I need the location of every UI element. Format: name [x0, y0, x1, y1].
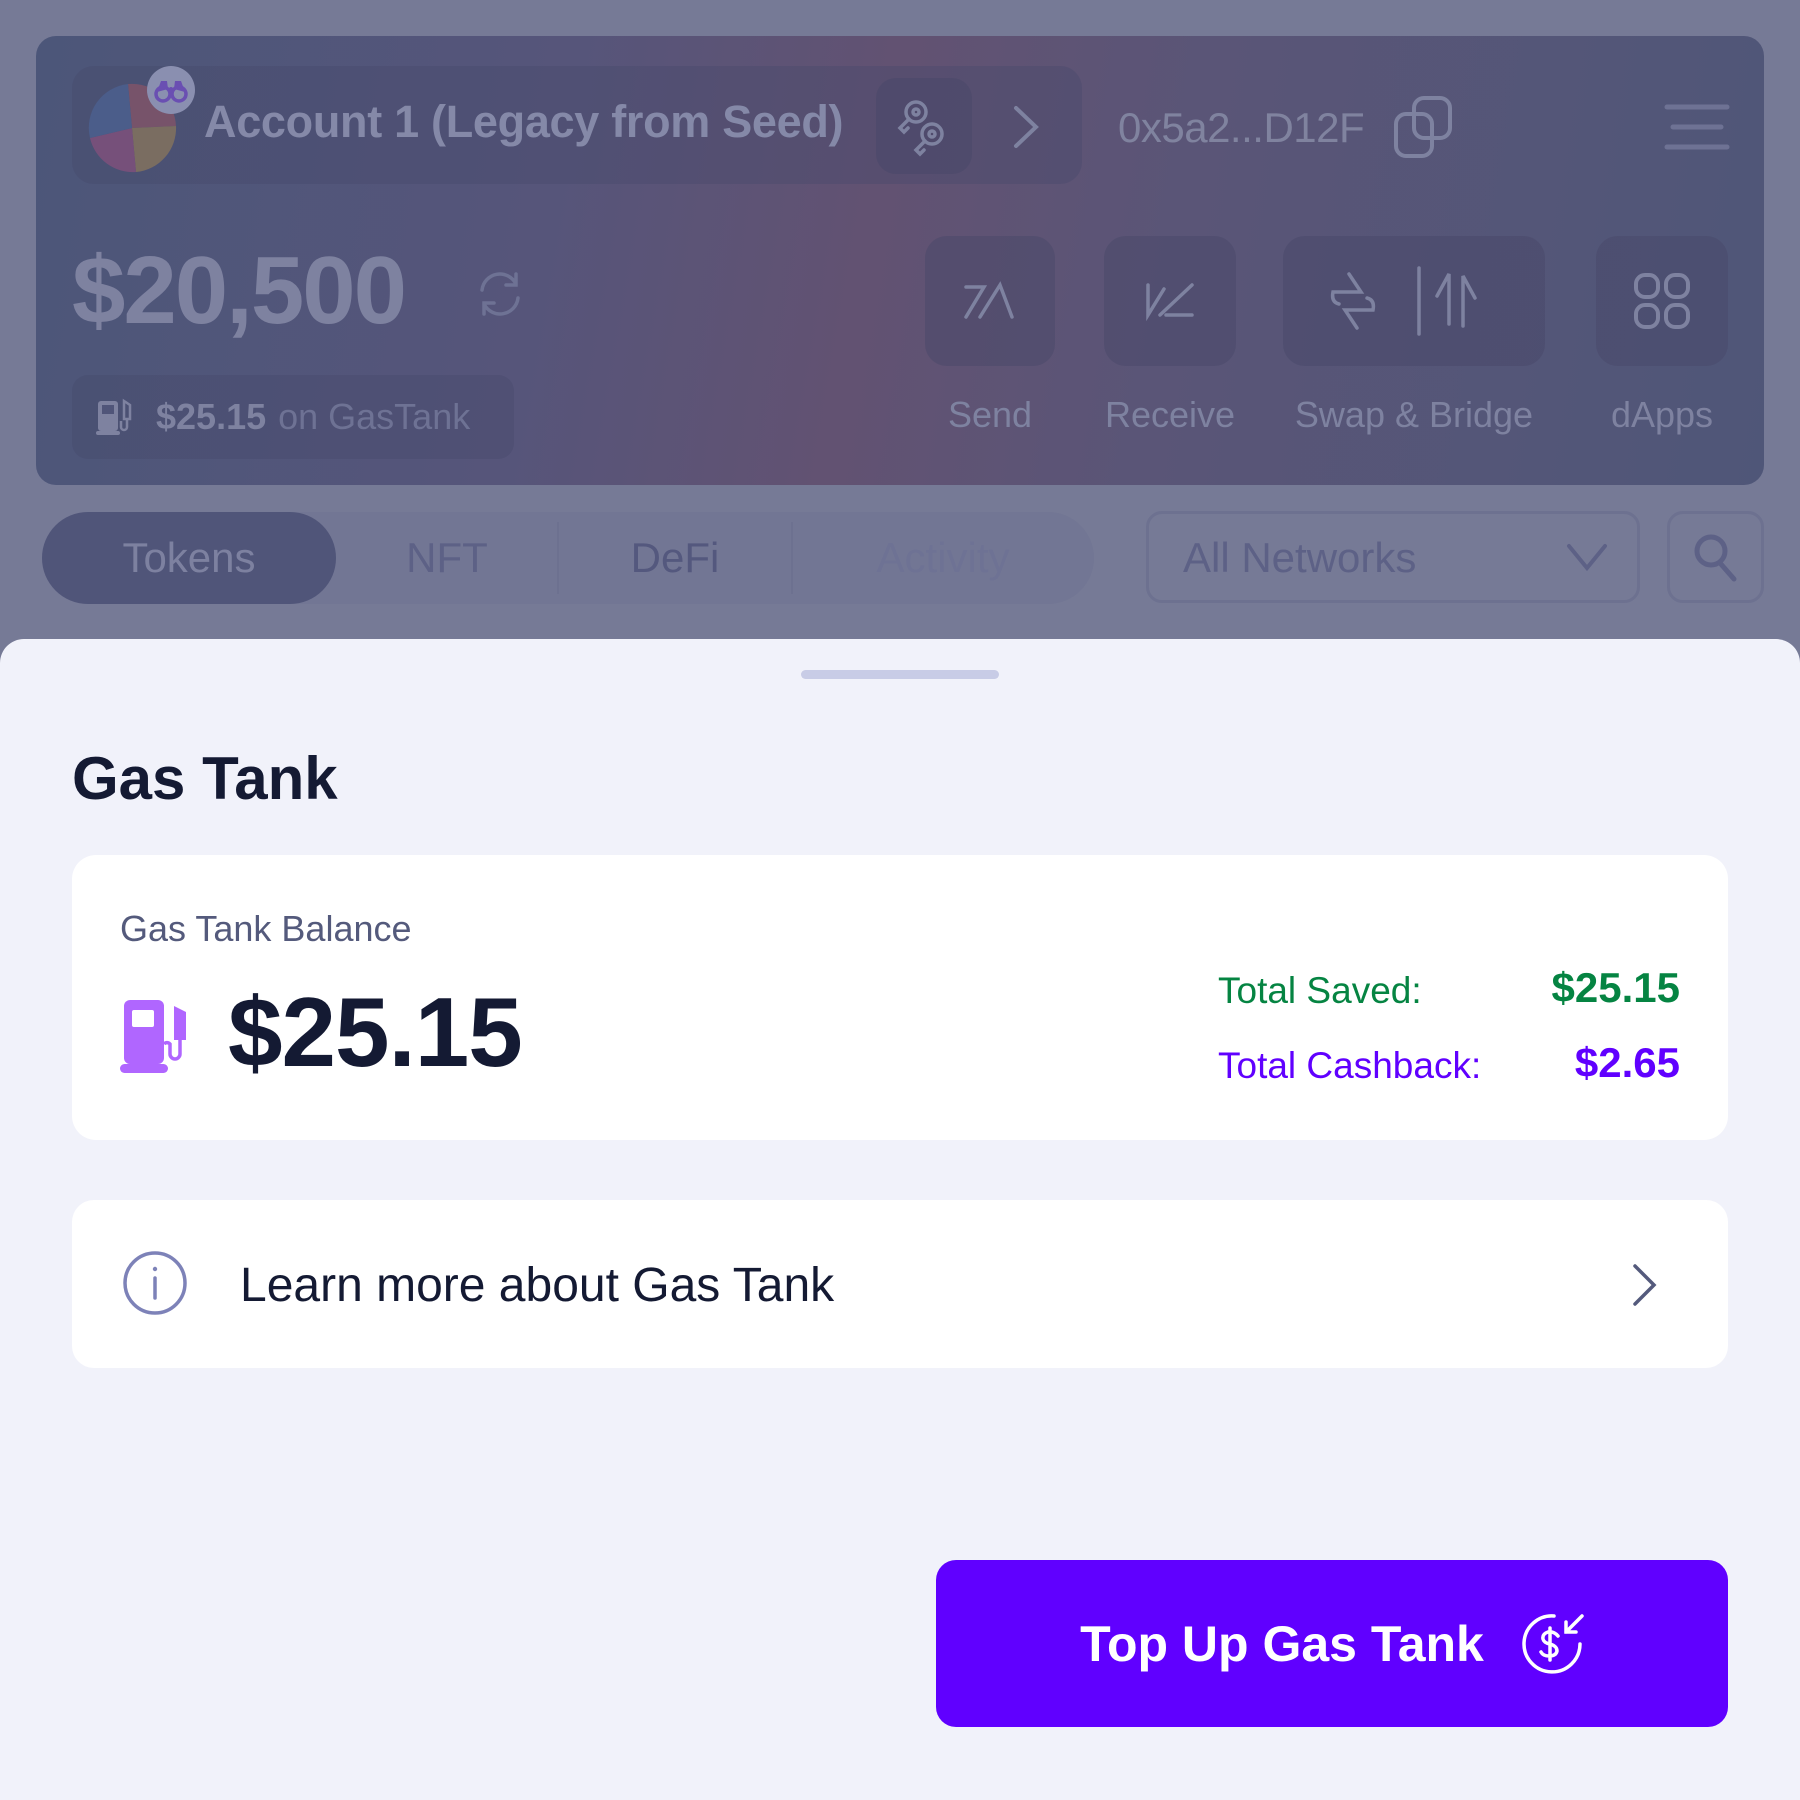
- dapps-label: dApps: [1610, 394, 1714, 435]
- swap-bridge-icon: [1330, 266, 1477, 336]
- network-select-value: All Networks: [1183, 534, 1417, 581]
- search-icon: [1694, 534, 1736, 582]
- chevron-right-icon[interactable]: [1630, 1262, 1660, 1308]
- dollar-receive-icon: [1522, 1613, 1584, 1674]
- swap-bridge-button[interactable]: [1283, 236, 1545, 366]
- binoculars-icon: [154, 81, 188, 103]
- tab-tokens[interactable]: Tokens: [42, 512, 336, 604]
- gas-pump-icon: [120, 1000, 186, 1073]
- gas-tank-pill-suffix: on GasTank: [278, 396, 471, 437]
- account-address: 0x5a2...D12F: [1118, 104, 1365, 151]
- send-button[interactable]: [925, 236, 1055, 366]
- chevron-down-icon: [1567, 544, 1607, 572]
- refresh-icon[interactable]: [474, 268, 526, 320]
- tab-nft[interactable]: NFT: [336, 512, 558, 604]
- gas-tank-balance-label: Gas Tank Balance: [120, 908, 412, 949]
- search-button[interactable]: [1667, 511, 1764, 603]
- grid-icon: [1634, 273, 1690, 329]
- view-only-badge: [147, 66, 195, 114]
- gas-tank-balance-amount: $25.15: [228, 977, 523, 1087]
- receive-button[interactable]: [1104, 236, 1236, 366]
- dapps-button[interactable]: [1596, 236, 1728, 366]
- receive-arrow-icon: [1146, 283, 1194, 321]
- sheet-title: Gas Tank: [72, 745, 338, 812]
- receive-label: Receive: [1104, 394, 1236, 435]
- keys-button[interactable]: [876, 78, 972, 174]
- gas-tank-pill[interactable]: $25.15 on GasTank: [72, 375, 514, 459]
- total-cashback-value: $2.65: [1574, 1039, 1680, 1086]
- sheet-drag-handle[interactable]: [801, 670, 999, 679]
- menu-icon[interactable]: [1664, 104, 1730, 150]
- total-cashback-label: Total Cashback:: [1218, 1045, 1482, 1086]
- copy-icon[interactable]: [1390, 94, 1456, 160]
- top-up-gas-tank-button[interactable]: Top Up Gas Tank: [936, 1560, 1728, 1727]
- total-balance: $20,500: [72, 237, 407, 344]
- send-arrow-icon: [964, 281, 1014, 319]
- tab-activity[interactable]: Activity: [793, 512, 1093, 604]
- send-label: Send: [947, 394, 1033, 435]
- keys-icon: [897, 100, 944, 157]
- total-saved-label: Total Saved:: [1218, 970, 1422, 1011]
- chevron-right-icon[interactable]: [1008, 104, 1044, 150]
- learn-more-label[interactable]: Learn more about Gas Tank: [240, 1258, 834, 1313]
- gas-pump-icon: [96, 398, 132, 435]
- network-select[interactable]: All Networks: [1146, 511, 1640, 603]
- account-name[interactable]: Account 1 (Legacy from Seed): [204, 96, 844, 148]
- swap-bridge-label: Swap & Bridge: [1294, 394, 1534, 435]
- top-up-gas-tank-label: Top Up Gas Tank: [1080, 1615, 1484, 1672]
- tab-defi[interactable]: DeFi: [559, 512, 791, 604]
- gas-tank-pill-amount: $25.15: [156, 396, 267, 437]
- info-icon: [123, 1251, 187, 1315]
- total-saved-value: $25.15: [1551, 964, 1680, 1011]
